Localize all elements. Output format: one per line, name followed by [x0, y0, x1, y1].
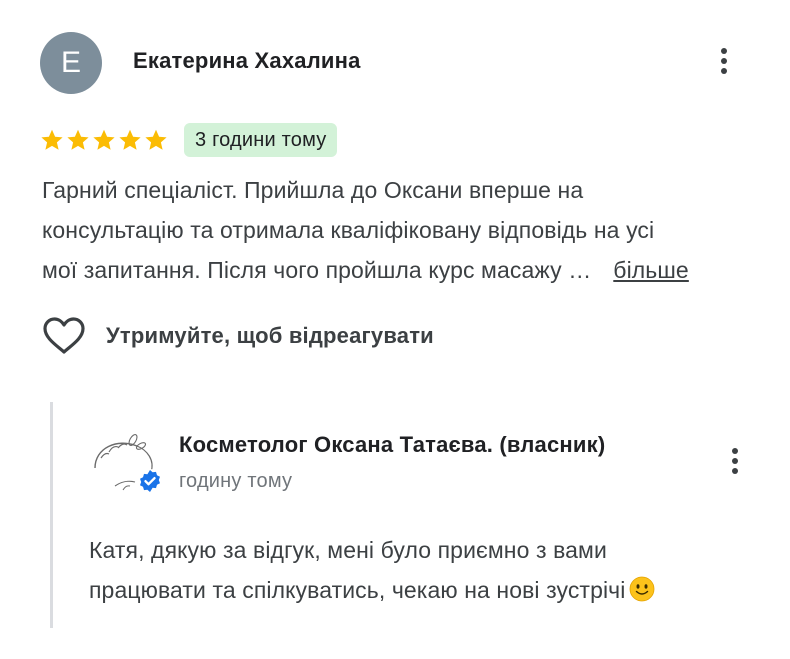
more-link[interactable]: більше [613, 257, 689, 283]
review-text: Гарний спеціаліст. Прийшла до Оксани впе… [42, 170, 762, 290]
star-icon [41, 129, 63, 150]
owner-time: годину тому [179, 470, 293, 492]
react-label: Утримуйте, щоб відреагувати [106, 323, 434, 348]
owner-reply-text: Катя, дякую за відгук, мені було приємно… [89, 530, 749, 610]
rating-row: 3 години тому [40, 122, 338, 158]
reviewer-name[interactable]: Екатерина Хахалина [133, 48, 361, 74]
star-icon [93, 129, 115, 150]
avatar[interactable]: E [40, 32, 102, 94]
owner-reply: Косметолог Оксана Татаєва. (власник) год… [50, 402, 765, 628]
star-icon [67, 129, 89, 150]
review-text-line: Гарний спеціаліст. Прийшла до Оксани впе… [42, 177, 584, 203]
review-text-line: консультацію та отримала кваліфіковану в… [42, 217, 655, 243]
owner-reply-text-line: працювати та спілкуватись, чекаю на нові… [89, 570, 749, 610]
owner-reply-text-line-content: працювати та спілкуватись, чекаю на нові… [89, 577, 626, 603]
time-badge: 3 години тому [184, 123, 338, 157]
react-button[interactable]: Утримуйте, щоб відреагувати [42, 316, 434, 356]
review-text-line-content: мої запитання. Після чого пройшла курс м… [42, 257, 592, 283]
more-vert-icon[interactable] [714, 44, 734, 78]
verified-badge-icon [138, 469, 162, 493]
review-header: E Екатерина Хахалина [40, 32, 760, 94]
star-icon [145, 129, 167, 150]
owner-reply-text-line: Катя, дякую за відгук, мені було приємно… [89, 537, 607, 563]
slightly-smiling-face-icon [630, 576, 655, 602]
star-rating [40, 128, 168, 152]
more-vert-icon[interactable] [725, 444, 745, 478]
star-icon [119, 129, 141, 150]
owner-name[interactable]: Косметолог Оксана Татаєва. (власник) [179, 432, 605, 458]
review-text-line: мої запитання. Після чого пройшла курс м… [42, 250, 762, 290]
heart-icon [43, 317, 85, 354]
